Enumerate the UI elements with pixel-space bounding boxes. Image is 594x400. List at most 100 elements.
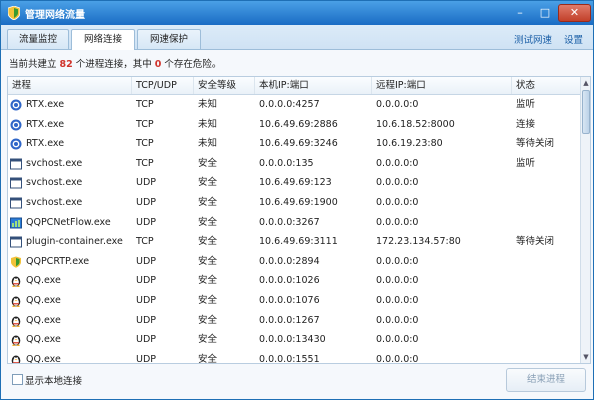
protocol: UDP — [136, 314, 156, 326]
local-address: 0.0.0.0:1267 — [259, 314, 320, 326]
connection-state: 等待关闭 — [516, 236, 555, 248]
table-row[interactable]: RTX.exe TCP 未知 10.6.49.69:3246 10.6.19.2… — [8, 134, 580, 154]
remote-address: 0.0.0.0:0 — [376, 314, 419, 326]
settings-link[interactable]: 设置 — [564, 32, 583, 46]
table-row[interactable]: QQ.exe UDP 安全 0.0.0.0:1026 0.0.0.0:0 — [8, 271, 580, 291]
connection-state: 等待关闭 — [516, 138, 555, 150]
table-row[interactable]: QQPCNetFlow.exe UDP 安全 0.0.0.0:3267 0.0.… — [8, 213, 580, 233]
scroll-up-icon[interactable]: ▲ — [582, 78, 590, 88]
penguin-icon — [10, 354, 22, 363]
shield-icon — [8, 6, 20, 20]
protocol: TCP — [136, 99, 154, 110]
protocol: TCP — [136, 157, 154, 169]
local-address: 0.0.0.0:3267 — [259, 216, 320, 228]
summary-middle: 个进程连接，其中 — [75, 59, 152, 70]
remote-address: 0.0.0.0:0 — [376, 294, 419, 306]
table-row[interactable]: RTX.exe TCP 未知 0.0.0.0:4257 0.0.0.0:0 监听 — [8, 95, 580, 115]
tab-bar: 流量监控 网络连接 网速保护 测试网速 设置 — [1, 25, 593, 50]
window-icon — [10, 177, 22, 189]
end-process-button[interactable]: 结束进程 — [506, 368, 586, 392]
summary-prefix: 当前共建立 — [9, 59, 57, 70]
process-name: QQ.exe — [26, 314, 61, 326]
connection-state: 监听 — [516, 99, 536, 110]
remote-address: 0.0.0.0:0 — [376, 157, 419, 169]
local-address: 0.0.0.0:1076 — [259, 294, 320, 306]
process-name: QQ.exe — [26, 294, 61, 306]
remote-address: 0.0.0.0:0 — [376, 177, 419, 189]
tab-speed-protection[interactable]: 网速保护 — [137, 29, 201, 49]
protocol: UDP — [136, 334, 156, 346]
window-icon — [10, 197, 22, 209]
remote-address: 0.0.0.0:0 — [376, 255, 419, 267]
scroll-down-icon[interactable]: ▼ — [582, 352, 590, 362]
window-icon — [10, 236, 22, 248]
table-row[interactable]: svchost.exe UDP 安全 10.6.49.69:1900 0.0.0… — [8, 193, 580, 213]
minimize-button[interactable]: – — [509, 4, 531, 21]
table-row[interactable]: QQ.exe UDP 安全 0.0.0.0:13430 0.0.0.0:0 — [8, 330, 580, 350]
show-local-label[interactable]: 显示本地连接 — [25, 373, 82, 387]
security-level: 安全 — [198, 255, 218, 267]
process-name: svchost.exe — [26, 196, 83, 208]
table-row[interactable]: plugin-container.exe TCP 安全 10.6.49.69:3… — [8, 232, 580, 252]
security-level: 安全 — [198, 196, 218, 208]
column-header-remote-ip[interactable]: 远程IP:端口 — [372, 77, 512, 94]
summary-suffix: 个存在危险。 — [164, 59, 222, 70]
protocol: UDP — [136, 255, 156, 267]
column-header-protocol[interactable]: TCP/UDP — [132, 77, 194, 94]
table-row[interactable]: QQ.exe UDP 安全 0.0.0.0:1267 0.0.0.0:0 — [8, 311, 580, 331]
vertical-scrollbar[interactable]: ▲ ▼ — [580, 77, 590, 363]
column-header-process[interactable]: 进程 — [8, 77, 132, 94]
protocol: UDP — [136, 275, 156, 287]
process-name: QQ.exe — [26, 353, 61, 364]
process-name: QQ.exe — [26, 334, 61, 346]
remote-address: 0.0.0.0:0 — [376, 353, 419, 364]
close-button[interactable]: ✕ — [558, 4, 591, 22]
remote-address: 10.6.19.23:80 — [376, 138, 443, 150]
security-level: 安全 — [198, 314, 218, 326]
table-header: 进程 TCP/UDP 安全等级 本机IP:端口 远程IP:端口 状态 — [8, 77, 580, 95]
local-address: 0.0.0.0:2894 — [259, 255, 320, 267]
penguin-icon — [10, 295, 22, 307]
title-bar[interactable]: 管理网络流量 – □ ✕ — [1, 1, 593, 25]
local-address: 0.0.0.0:13430 — [259, 334, 326, 346]
local-address: 0.0.0.0:1551 — [259, 353, 320, 364]
column-header-local-ip[interactable]: 本机IP:端口 — [255, 77, 372, 94]
protocol: TCP — [136, 118, 154, 130]
process-name: svchost.exe — [26, 157, 83, 169]
speed-test-link[interactable]: 测试网速 — [514, 32, 552, 46]
column-header-security-level[interactable]: 安全等级 — [194, 77, 255, 94]
rtx-icon — [10, 138, 22, 150]
window-icon — [10, 158, 22, 170]
table-row[interactable]: RTX.exe TCP 未知 10.6.49.69:2886 10.6.18.5… — [8, 115, 580, 135]
connections-table: 进程 TCP/UDP 安全等级 本机IP:端口 远程IP:端口 状态 RTX.e… — [7, 76, 591, 364]
column-header-state[interactable]: 状态 — [512, 77, 580, 94]
remote-address: 0.0.0.0:0 — [376, 99, 419, 110]
maximize-button[interactable]: □ — [534, 4, 556, 21]
table-row[interactable]: QQ.exe UDP 安全 0.0.0.0:1076 0.0.0.0:0 — [8, 291, 580, 311]
security-level: 未知 — [198, 138, 218, 150]
remote-address: 0.0.0.0:0 — [376, 216, 419, 228]
tab-traffic-monitor[interactable]: 流量监控 — [7, 29, 69, 49]
remote-address: 10.6.18.52:8000 — [376, 118, 455, 130]
local-address: 0.0.0.0:4257 — [259, 99, 320, 110]
penguin-icon — [10, 315, 22, 327]
table-row[interactable]: svchost.exe UDP 安全 10.6.49.69:123 0.0.0.… — [8, 173, 580, 193]
scroll-thumb[interactable] — [582, 90, 590, 134]
process-name: RTX.exe — [26, 99, 65, 110]
remote-address: 172.23.134.57:80 — [376, 236, 461, 248]
local-address: 10.6.49.69:3111 — [259, 236, 338, 248]
danger-count: 0 — [154, 59, 162, 70]
tab-network-connections[interactable]: 网络连接 — [71, 29, 135, 50]
table-row[interactable]: QQPCRTP.exe UDP 安全 0.0.0.0:2894 0.0.0.0:… — [8, 252, 580, 272]
process-name: plugin-container.exe — [26, 236, 123, 248]
process-name: QQ.exe — [26, 275, 61, 287]
table-row[interactable]: svchost.exe TCP 安全 0.0.0.0:135 0.0.0.0:0… — [8, 154, 580, 174]
protocol: TCP — [136, 138, 154, 150]
table-row[interactable]: QQ.exe UDP 安全 0.0.0.0:1551 0.0.0.0:0 — [8, 350, 580, 364]
rtx-icon — [10, 119, 22, 131]
security-level: 未知 — [198, 99, 218, 110]
connection-state: 监听 — [516, 157, 536, 169]
connection-state: 连接 — [516, 118, 536, 130]
show-local-checkbox[interactable] — [12, 374, 23, 385]
netflow-icon — [10, 217, 22, 229]
